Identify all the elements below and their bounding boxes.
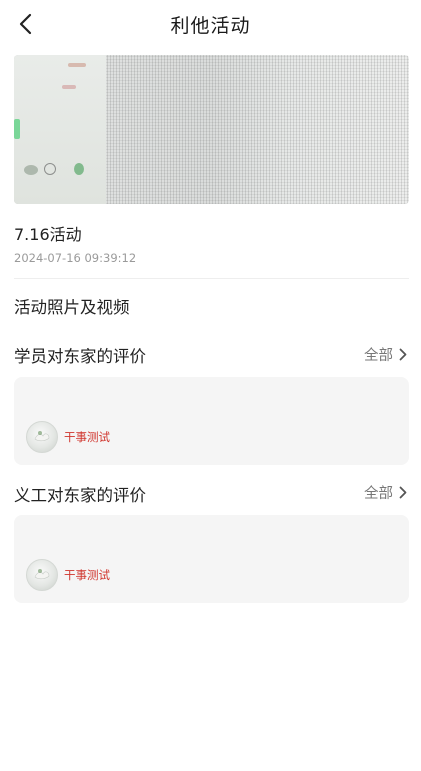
back-arrow-icon: [19, 13, 32, 35]
reviewer: 干事测试: [26, 421, 110, 453]
event-time: 2024-07-16 09:39:12: [14, 251, 137, 265]
student-reviews-title: 学员对东家的评价: [14, 347, 146, 366]
volunteer-reviews-title: 义工对东家的评价: [14, 486, 146, 505]
cover-photo-mark: [62, 85, 76, 89]
nav-bar: 利他活动: [0, 0, 421, 48]
divider: [14, 278, 409, 279]
event-name: 7.16活动: [14, 225, 82, 244]
cover-photo-mark: [74, 163, 84, 175]
volunteer-review-card[interactable]: 干事测试: [14, 515, 409, 603]
more-label: 全部: [364, 348, 393, 364]
reviewer-name: 干事测试: [64, 430, 110, 444]
more-label: 全部: [364, 486, 393, 502]
avatar-image-icon: [34, 431, 50, 442]
cover-photo-mark: [68, 63, 86, 67]
media-section-title: 活动照片及视频: [14, 298, 130, 317]
student-reviews-more-button[interactable]: 全部: [364, 344, 407, 365]
avatar-image-icon: [34, 569, 50, 580]
back-button[interactable]: [12, 10, 40, 38]
cover-photo-mark: [44, 163, 56, 175]
cover-photo-left-region: [14, 55, 106, 204]
reviewer: 干事测试: [26, 559, 110, 591]
cover-photo-mark: [24, 165, 38, 175]
chevron-right-icon: [399, 348, 407, 361]
cover-photo-mark: [14, 119, 20, 139]
chevron-right-icon: [399, 486, 407, 499]
avatar: [26, 421, 58, 453]
page-title: 利他活动: [170, 14, 251, 37]
student-review-card[interactable]: 干事测试: [14, 377, 409, 465]
reviewer-name: 干事测试: [64, 568, 110, 582]
volunteer-reviews-more-button[interactable]: 全部: [364, 482, 407, 503]
avatar: [26, 559, 58, 591]
activity-cover-photo[interactable]: [14, 55, 409, 204]
